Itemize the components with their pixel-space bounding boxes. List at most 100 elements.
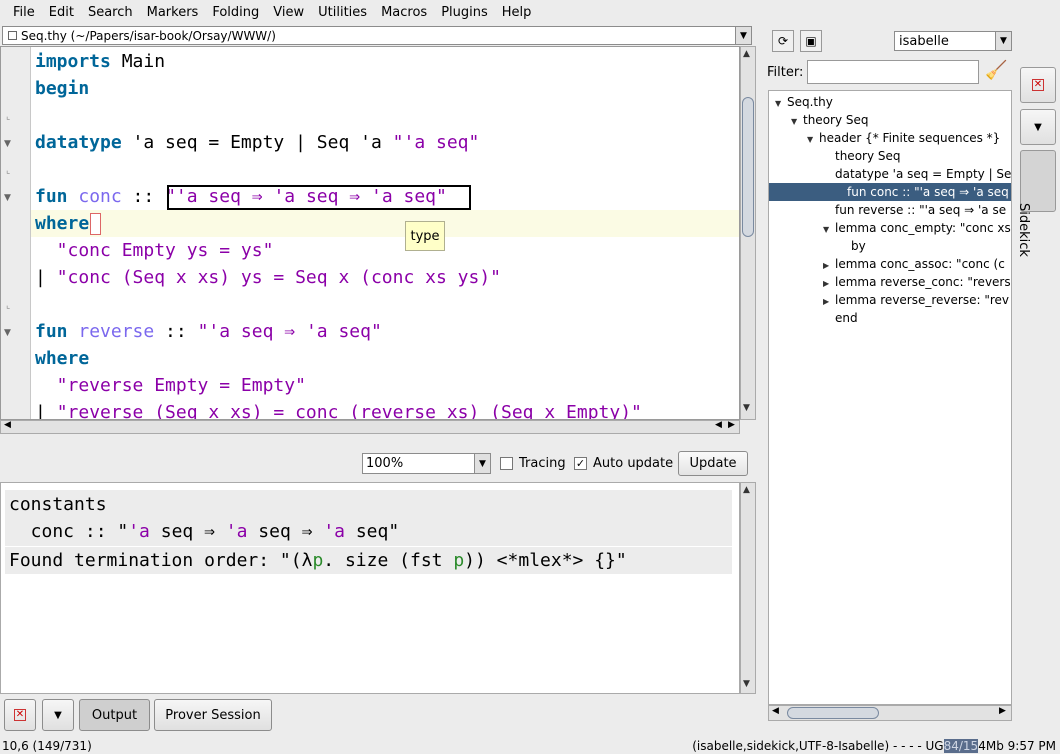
gutter-marker: ⌞ [6, 166, 11, 176]
dropdown-arrow-icon[interactable]: ▼ [735, 27, 751, 44]
scroll-up-icon[interactable]: ▲ [743, 485, 750, 495]
close-sidekick-button[interactable]: ✕ [1020, 67, 1056, 103]
menu-plugins[interactable]: Plugins [434, 5, 495, 20]
close-icon: ✕ [1032, 79, 1044, 91]
tree-node[interactable]: datatype 'a seq = Empty | Se [823, 165, 1011, 183]
menu-utilities[interactable]: Utilities [311, 5, 374, 20]
zoom-value: 100% [366, 456, 404, 471]
tab-sidekick-label: Sidekick [1016, 203, 1031, 257]
output-panel[interactable]: constants conc :: "'a seq ⇒ 'a seq ⇒ 'a … [0, 482, 740, 694]
dock-menu-button[interactable]: ▼ [42, 699, 74, 731]
filter-input[interactable] [807, 60, 979, 84]
tracing-checkbox[interactable] [500, 457, 513, 470]
menu-folding[interactable]: Folding [205, 5, 266, 20]
scrollbar-thumb[interactable] [787, 707, 879, 719]
tree-node-label: Seq.thy [787, 95, 833, 109]
code-line: where [35, 213, 90, 234]
code-line: begin [35, 78, 90, 99]
text-editor[interactable]: ⌞ ▼ ⌞ ▼ ⌞ ▼ imports Main begin datatype … [0, 46, 740, 420]
code-line: | "reverse (Seq x xs) = conc (reverse xs… [35, 402, 642, 420]
tree-toggle-icon[interactable]: ▼ [791, 113, 803, 131]
scrollbar-thumb[interactable] [742, 97, 754, 237]
menu-macros[interactable]: Macros [374, 5, 434, 20]
tree-node[interactable]: ▶ lemma conc_assoc: "conc (c [823, 255, 1005, 273]
editor-gutter[interactable]: ⌞ ▼ ⌞ ▼ ⌞ ▼ [1, 47, 31, 419]
output-text: Found termination order: "(λp. size (fst… [9, 550, 627, 571]
menu-view[interactable]: View [266, 5, 311, 20]
caret-line-highlight [31, 210, 739, 237]
tree-node-label: header {* Finite sequences *} [819, 131, 1001, 145]
text-caret [90, 213, 101, 235]
update-button[interactable]: Update [678, 451, 748, 476]
scroll-right-icon[interactable]: ◀ [715, 420, 722, 430]
tree-node-label: end [835, 311, 858, 325]
code-line: "reverse Empty = Empty" [35, 375, 306, 396]
expand-icon[interactable]: ▣ [800, 30, 822, 52]
sidekick-horizontal-scrollbar[interactable]: ◀ ▶ [768, 705, 1012, 721]
editor-vertical-scrollbar[interactable]: ▲ ▼ [740, 46, 756, 420]
code-line: datatype 'a seq = Empty | Seq 'a "'a seq… [35, 132, 480, 153]
tree-node[interactable]: ▶ lemma reverse_conc: "revers [823, 273, 1011, 291]
fold-triangle-icon[interactable]: ▼ [4, 328, 11, 338]
tab-sidekick[interactable]: Sidekick [1016, 150, 1056, 257]
tree-node-label: lemma reverse_conc: "revers [835, 275, 1011, 289]
tree-node[interactable]: ▼ Seq.thy [775, 93, 833, 111]
scroll-left-icon[interactable]: ◀ [772, 706, 779, 716]
tree-node[interactable]: ▼ theory Seq [791, 111, 869, 129]
tree-toggle-icon[interactable]: ▼ [807, 131, 819, 149]
scroll-down-icon[interactable]: ▼ [743, 403, 750, 413]
status-info: (isabelle,sidekick,UTF-8-Isabelle) - - -… [692, 739, 1056, 753]
dropdown-arrow-icon[interactable]: ▼ [474, 454, 490, 473]
tree-node[interactable]: theory Seq [823, 147, 901, 165]
menu-search[interactable]: Search [81, 5, 140, 20]
scroll-left-icon[interactable]: ◀ [4, 420, 11, 430]
chevron-down-icon: ▼ [1034, 121, 1042, 133]
scroll-right-icon[interactable]: ▶ [728, 420, 735, 430]
fold-triangle-icon[interactable]: ▼ [4, 139, 11, 149]
scroll-down-icon[interactable]: ▼ [743, 679, 750, 689]
memory-used[interactable]: 84/15 [943, 739, 979, 753]
sidekick-tree[interactable]: ▼ Seq.thy ▼ theory Seq ▼ header {* Finite seq… [768, 90, 1012, 705]
tree-node[interactable]: fun reverse :: "'a seq ⇒ 'a se [823, 201, 1006, 219]
tree-toggle-icon[interactable]: ▼ [775, 95, 787, 113]
buffer-switcher[interactable]: Seq.thy (~/Papers/isar-book/Orsay/WWW/) … [2, 26, 752, 45]
tree-node[interactable]: ▶ lemma reverse_reverse: "rev [823, 291, 1009, 309]
scroll-up-icon[interactable]: ▲ [743, 49, 750, 59]
tree-toggle-icon[interactable]: ▼ [823, 221, 835, 239]
tree-node-label: lemma reverse_reverse: "rev [835, 293, 1010, 307]
tree-node-label: theory Seq [835, 149, 901, 163]
close-dock-button[interactable]: ✕ [4, 699, 36, 731]
scroll-right-icon[interactable]: ▶ [999, 706, 1006, 716]
tab-output[interactable]: Output [79, 699, 150, 731]
menu-help[interactable]: Help [495, 5, 539, 20]
chevron-down-icon: ▼ [54, 709, 62, 721]
fold-triangle-icon[interactable]: ▼ [4, 193, 11, 203]
auto-update-checkbox[interactable]: ✓ [574, 457, 587, 470]
reparse-icon[interactable]: ⟳ [772, 30, 794, 52]
tree-node-label: fun reverse :: "'a seq ⇒ 'a se [835, 203, 1007, 217]
broom-icon[interactable]: 🧹 [985, 60, 1009, 84]
tree-node[interactable]: ▼ lemma conc_empty: "conc xs [823, 219, 1011, 237]
output-vertical-scrollbar[interactable]: ▲ ▼ [740, 482, 756, 694]
sidekick-menu-button[interactable]: ▼ [1020, 109, 1056, 145]
tree-node-label: theory Seq [803, 113, 869, 127]
buffer-title: Seq.thy (~/Papers/isar-book/Orsay/WWW/) [21, 28, 276, 43]
menu-file[interactable]: File [6, 5, 42, 20]
code-line: | "conc (Seq x xs) ys = Seq x (conc xs y… [35, 267, 502, 288]
tree-node[interactable]: end [823, 309, 858, 327]
type-tooltip: type [405, 221, 445, 251]
tree-node[interactable]: ▼ header {* Finite sequences *} [807, 129, 1000, 147]
tree-node[interactable]: fun conc :: "'a seq ⇒ 'a seq ⇒ [769, 183, 1012, 201]
menu-markers[interactable]: Markers [140, 5, 206, 20]
editor-horizontal-scrollbar[interactable]: ◀ ◀ ▶ [0, 420, 740, 434]
parser-select[interactable]: isabelle ▼ [894, 31, 1012, 51]
tree-node-label: fun conc :: "'a seq ⇒ 'a seq ⇒ [847, 185, 1012, 199]
filter-label: Filter: [767, 65, 804, 80]
tab-prover-session[interactable]: Prover Session [154, 699, 272, 731]
tree-node[interactable]: by [839, 237, 866, 255]
auto-update-label: Auto update [593, 456, 674, 471]
dropdown-arrow-icon[interactable]: ▼ [995, 32, 1011, 50]
menu-edit[interactable]: Edit [42, 5, 81, 20]
zoom-select[interactable]: 100% ▼ [362, 453, 491, 474]
menu-bar: File Edit Search Markers Folding View Ut… [0, 0, 1060, 24]
